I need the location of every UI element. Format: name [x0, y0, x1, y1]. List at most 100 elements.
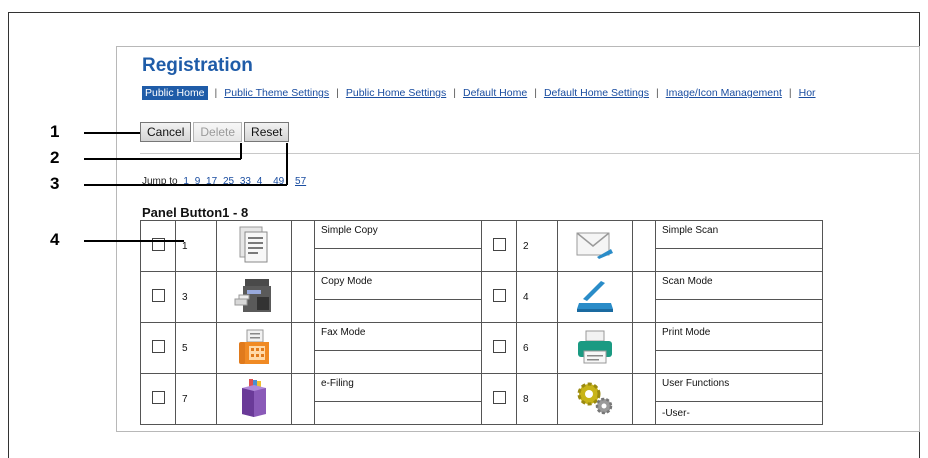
document-icon[interactable] — [239, 226, 269, 264]
icon-cell — [557, 322, 633, 374]
tab-default-home-settings[interactable]: Default Home Settings — [544, 87, 649, 99]
button-name: Scan Mode — [655, 271, 823, 300]
efiling-box-icon[interactable] — [238, 378, 270, 418]
button-name: Print Mode — [655, 322, 823, 351]
tab-separator: | — [788, 87, 792, 99]
icon-cell — [557, 220, 633, 272]
checkbox-cell — [481, 220, 517, 272]
button-name: Fax Mode — [314, 322, 482, 351]
tab-separator: | — [214, 87, 218, 99]
button-name: Simple Scan — [655, 220, 823, 249]
callout-number: 3 — [50, 174, 60, 193]
button-subname — [314, 248, 482, 272]
gears-icon[interactable] — [575, 380, 615, 416]
icon-cell — [216, 271, 292, 323]
tab-separator: | — [336, 87, 339, 99]
button-subname — [655, 299, 823, 323]
icon-cell — [557, 373, 633, 425]
button-subname — [655, 350, 823, 374]
select-checkbox[interactable] — [492, 391, 506, 404]
icon-cell — [216, 373, 292, 425]
checkbox-cell — [140, 271, 176, 323]
button-subname — [314, 401, 482, 425]
tab-default-home[interactable]: Default Home — [463, 87, 527, 99]
spacer-cell — [632, 373, 656, 425]
callout-number: 2 — [50, 148, 60, 167]
fax-icon[interactable] — [237, 328, 271, 366]
printer-icon[interactable] — [576, 329, 614, 365]
callout-line — [84, 184, 287, 186]
delete-button[interactable]: Delete — [193, 122, 243, 142]
tab-public-home-settings[interactable]: Public Home Settings — [346, 87, 446, 99]
spacer-cell — [291, 220, 315, 272]
select-checkbox[interactable] — [151, 391, 165, 404]
callout-line — [84, 132, 140, 134]
checkbox-cell — [140, 220, 176, 272]
callout-number: 1 — [50, 122, 60, 141]
tab-public-theme-settings[interactable]: Public Theme Settings — [224, 87, 329, 99]
button-number: 7 — [175, 373, 217, 425]
table-row: 5 Fax Mode 6 Print Mode — [140, 322, 823, 374]
callout-line — [286, 143, 288, 185]
button-number: 1 — [175, 220, 217, 272]
table-row: 7 e-Filing 8 User Functions — [140, 373, 823, 425]
tab-separator: | — [453, 87, 456, 99]
callout-line — [84, 158, 241, 160]
tab-image-icon-management[interactable]: Image/Icon Management — [666, 87, 782, 99]
button-number: 8 — [516, 373, 558, 425]
copier-icon[interactable] — [233, 277, 275, 315]
button-subname — [655, 248, 823, 272]
reset-button[interactable]: Reset — [244, 122, 290, 142]
spacer-cell — [291, 271, 315, 323]
tab-public-home[interactable]: Public Home — [142, 86, 208, 100]
table-row: 3 Copy Mode 4 Scan Mode — [140, 271, 823, 323]
icon-cell — [557, 271, 633, 323]
page-title: Registration — [142, 55, 253, 76]
button-subname — [314, 350, 482, 374]
button-number: 5 — [175, 322, 217, 374]
callout-line — [240, 143, 242, 159]
button-name: e-Filing — [314, 373, 482, 402]
tab-separator: | — [534, 87, 537, 99]
spacer-cell — [632, 271, 656, 323]
spacer-cell — [632, 322, 656, 374]
button-name: User Functions — [655, 373, 823, 402]
button-name: Copy Mode — [314, 271, 482, 300]
tab-separator: | — [656, 87, 659, 99]
table-row: 1 Simple Copy 2 Simple Scan — [140, 220, 823, 272]
panel-title: Panel Button1 - 8 — [142, 205, 249, 220]
jump-link-57[interactable]: 57 — [295, 176, 306, 187]
button-number: 2 — [516, 220, 558, 272]
scanner-icon[interactable] — [575, 279, 615, 313]
panel-button-table: 1 Simple Copy 2 Simple Scan 3 Copy Mode … — [140, 220, 823, 425]
action-buttons: Cancel Delete Reset — [140, 122, 291, 142]
icon-cell — [216, 220, 292, 272]
tab-home-truncated[interactable]: Hor — [799, 87, 816, 99]
checkbox-cell — [481, 322, 517, 374]
divider — [140, 153, 920, 154]
select-checkbox[interactable] — [151, 289, 165, 302]
cancel-button[interactable]: Cancel — [140, 122, 192, 142]
button-subname: -User- — [655, 401, 823, 425]
checkbox-cell — [481, 373, 517, 425]
button-number: 4 — [516, 271, 558, 323]
envelope-icon[interactable] — [575, 229, 615, 261]
button-number: 6 — [516, 322, 558, 374]
checkbox-cell — [140, 322, 176, 374]
button-number: 3 — [175, 271, 217, 323]
select-checkbox[interactable] — [492, 340, 506, 353]
select-checkbox[interactable] — [492, 289, 506, 302]
checkbox-cell — [140, 373, 176, 425]
checkbox-cell — [481, 271, 517, 323]
spacer-cell — [291, 373, 315, 425]
tab-bar: Public Home | Public Theme Settings | Public… — [142, 86, 816, 100]
spacer-cell — [632, 220, 656, 272]
callout-number: 4 — [50, 230, 60, 249]
spacer-cell — [291, 322, 315, 374]
select-checkbox[interactable] — [151, 340, 165, 353]
button-subname — [314, 299, 482, 323]
button-name: Simple Copy — [314, 220, 482, 249]
icon-cell — [216, 322, 292, 374]
select-checkbox[interactable] — [492, 238, 506, 251]
callout-line — [84, 240, 184, 242]
